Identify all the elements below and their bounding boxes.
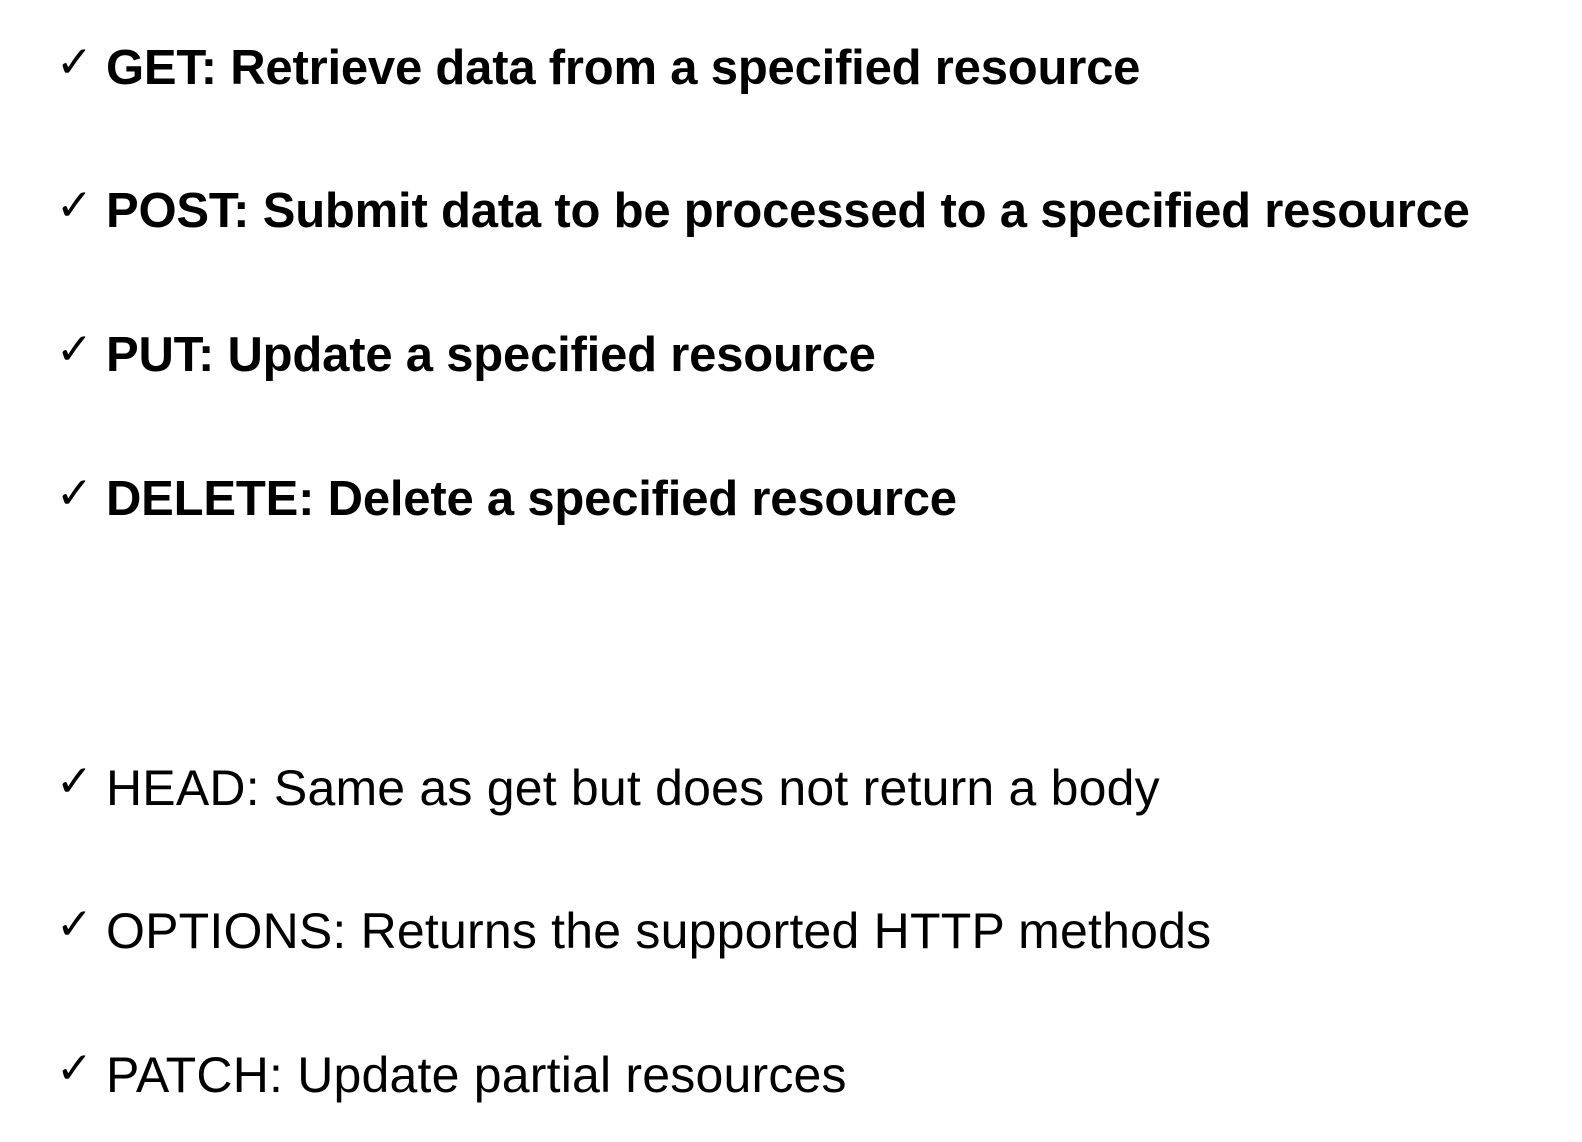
slide: ✓ GET: Retrieve data from a specified re… bbox=[0, 0, 1582, 1142]
list-item-get: ✓ GET: Retrieve data from a specified re… bbox=[56, 36, 1141, 95]
checkmark-icon: ✓ bbox=[56, 899, 93, 950]
checkmark-icon: ✓ bbox=[56, 323, 93, 375]
list-item-text: PATCH: Update partial resources bbox=[106, 1047, 847, 1103]
list-item-text: POST: Submit data to be processed to a s… bbox=[106, 184, 1470, 238]
list-item-options: ✓ OPTIONS: Returns the supported HTTP me… bbox=[56, 899, 1212, 959]
list-item-put: ✓ PUT: Update a specified resource bbox=[56, 323, 876, 382]
list-item-head: ✓ HEAD: Same as get but does not return … bbox=[56, 756, 1160, 816]
list-item-post: ✓ POST: Submit data to be processed to a… bbox=[56, 179, 1470, 238]
checkmark-icon: ✓ bbox=[56, 1043, 93, 1094]
checkmark-icon: ✓ bbox=[56, 179, 93, 231]
checkmark-icon: ✓ bbox=[56, 756, 93, 807]
list-item-text: HEAD: Same as get but does not return a … bbox=[106, 760, 1160, 816]
list-item-text: DELETE: Delete a specified resource bbox=[106, 472, 957, 526]
list-item-text: GET: Retrieve data from a specified reso… bbox=[106, 41, 1141, 95]
list-item-delete: ✓ DELETE: Delete a specified resource bbox=[56, 467, 957, 526]
list-item-text: PUT: Update a specified resource bbox=[106, 328, 876, 382]
list-item-text: OPTIONS: Returns the supported HTTP meth… bbox=[106, 903, 1212, 959]
checkmark-icon: ✓ bbox=[56, 36, 93, 88]
checkmark-icon: ✓ bbox=[56, 467, 93, 519]
list-item-patch: ✓ PATCH: Update partial resources bbox=[56, 1043, 847, 1103]
